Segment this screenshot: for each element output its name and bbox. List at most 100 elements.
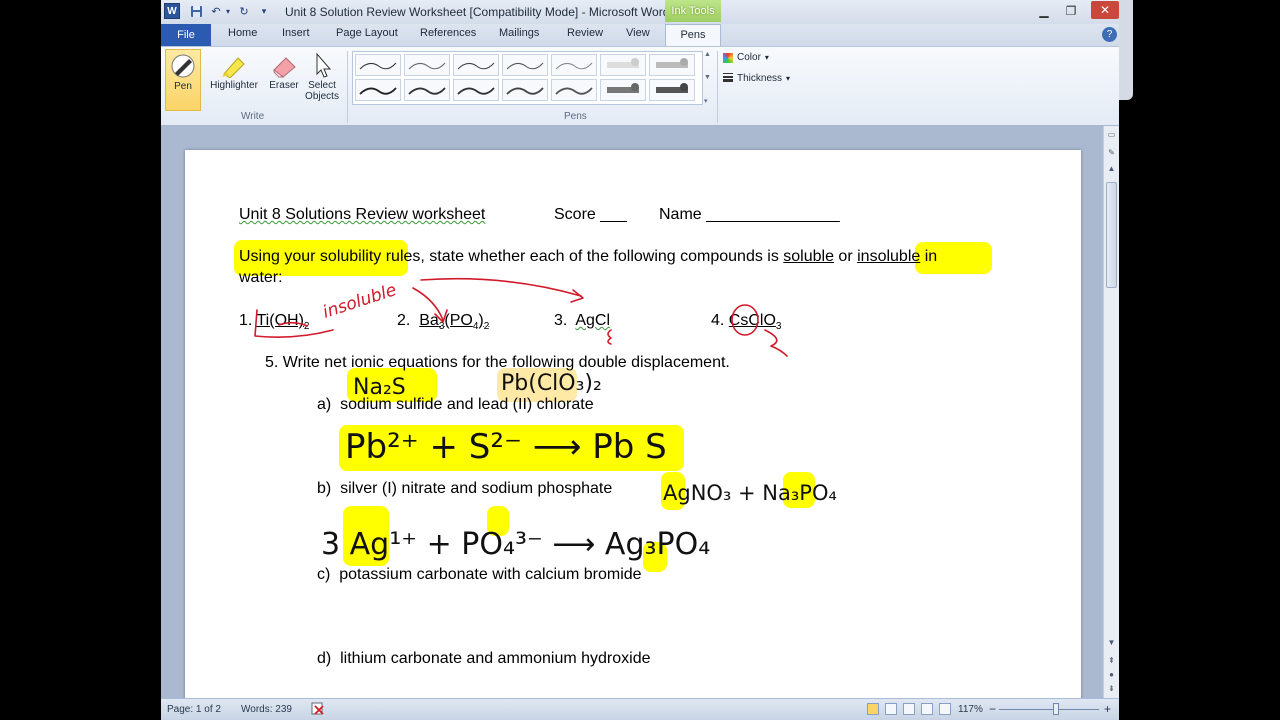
customize-qat-icon[interactable]: ▾ xyxy=(256,3,272,19)
draft-view-icon[interactable] xyxy=(939,703,951,715)
word-count[interactable]: Words: 239 xyxy=(241,704,292,715)
scroll-down-icon[interactable]: ▼ xyxy=(1105,636,1118,649)
thickness-icon xyxy=(723,72,733,85)
gallery-scroll[interactable]: ▲ ▼ ▾ xyxy=(704,51,714,105)
eraser-label: Eraser xyxy=(269,80,299,91)
pen-style-swatch[interactable] xyxy=(502,79,548,101)
next-page-icon[interactable]: ⇟ xyxy=(1105,682,1118,695)
pen-style-swatch[interactable] xyxy=(600,79,646,101)
pen-style-swatch[interactable] xyxy=(355,54,401,76)
full-screen-reading-view-icon[interactable] xyxy=(885,703,897,715)
highlighter-button[interactable]: Highlighter xyxy=(203,49,265,111)
arrow-stroke xyxy=(420,277,582,297)
undo-dropdown-icon[interactable]: ▾ xyxy=(224,3,232,19)
pen-button[interactable]: Pen xyxy=(165,49,201,111)
scribble-stroke xyxy=(764,329,788,357)
underline-stroke xyxy=(278,321,308,327)
pen-mode-icon[interactable]: ✎ xyxy=(1105,146,1118,159)
minimize-button[interactable]: ▁ xyxy=(1034,4,1054,18)
part-b-formula-handwriting: AgNO₃ + Na₃PO₄ xyxy=(663,481,837,505)
eraser-button[interactable]: Eraser xyxy=(263,49,305,111)
outline-view-icon[interactable] xyxy=(921,703,933,715)
pen-style-swatch[interactable] xyxy=(355,79,401,101)
tab-page-layout[interactable]: Page Layout xyxy=(336,27,398,39)
pbclo3-handwriting: Pb(ClO₃)₂ xyxy=(501,371,602,396)
thickness-label: Thickness xyxy=(737,73,783,84)
group-separator xyxy=(347,51,348,123)
scroll-up-icon[interactable]: ▲ xyxy=(1105,162,1118,175)
tab-view[interactable]: View xyxy=(626,27,650,39)
title-bar: W ↶ ▾ ↻ ▾ Unit 8 Solution Review Workshe… xyxy=(161,0,1119,24)
tab-mailings[interactable]: Mailings xyxy=(499,27,539,39)
highlighter-label: Highlighter xyxy=(210,80,258,91)
ribbon-tab-row: File Home Insert Page Layout References … xyxy=(161,24,1119,46)
word-window: W ↶ ▾ ↻ ▾ Unit 8 Solution Review Workshe… xyxy=(161,0,1119,720)
pen-style-swatch[interactable] xyxy=(600,54,646,76)
redo-icon[interactable]: ↻ xyxy=(236,3,252,19)
group-separator xyxy=(717,51,718,123)
select-objects-button[interactable]: Select Objects xyxy=(301,49,343,111)
proofing-status-icon[interactable] xyxy=(311,702,327,719)
select-objects-label: Select Objects xyxy=(305,80,339,102)
web-layout-view-icon[interactable] xyxy=(903,703,915,715)
thickness-dropdown[interactable]: Thickness ▾ xyxy=(723,72,790,85)
color-dropdown[interactable]: Color ▾ xyxy=(723,52,769,63)
zoom-slider[interactable] xyxy=(999,709,1099,710)
close-button[interactable]: ✕ xyxy=(1091,1,1119,19)
zoom-slider-thumb[interactable] xyxy=(1053,703,1059,715)
zoom-out-icon[interactable]: − xyxy=(989,702,996,716)
vertical-scrollbar[interactable]: ▭ ✎ ▲ ▼ ⇞ ● ⇟ xyxy=(1103,126,1119,698)
background-window-fragment xyxy=(1119,0,1133,100)
chevron-down-icon: ▾ xyxy=(764,53,769,62)
arrowhead-stroke xyxy=(570,289,584,303)
pen-style-swatch[interactable] xyxy=(551,79,597,101)
insoluble-annotation: insoluble xyxy=(320,280,399,323)
arrow-cursor-icon xyxy=(316,52,332,78)
gallery-more-icon[interactable]: ▾ xyxy=(704,97,714,105)
quick-access-toolbar: W ↶ ▾ ↻ ▾ xyxy=(164,3,272,19)
chevron-down-icon: ▾ xyxy=(786,74,791,83)
scroll-thumb[interactable] xyxy=(1106,182,1117,288)
word-logo-icon[interactable]: W xyxy=(164,3,180,19)
pen-style-swatch[interactable] xyxy=(404,54,450,76)
pen-icon xyxy=(171,54,195,78)
page-count[interactable]: Page: 1 of 2 xyxy=(167,704,221,715)
tab-references[interactable]: References xyxy=(420,27,476,39)
gallery-down-icon[interactable]: ▼ xyxy=(704,74,714,81)
scribble-stroke xyxy=(607,329,612,345)
pen-style-swatch[interactable] xyxy=(404,79,450,101)
tab-home[interactable]: Home xyxy=(228,27,257,39)
pens-gallery xyxy=(352,51,703,105)
net-ionic-eq-a: Pb²⁺ + S²⁻ ⟶ Pb S xyxy=(345,427,667,467)
pen-style-swatch[interactable] xyxy=(502,54,548,76)
pen-style-swatch[interactable] xyxy=(649,54,695,76)
ruler-toggle-icon[interactable]: ▭ xyxy=(1105,128,1118,141)
pen-label: Pen xyxy=(174,81,192,92)
zoom-level[interactable]: 117% xyxy=(958,704,983,715)
pen-style-swatch[interactable] xyxy=(453,54,499,76)
window-title: Unit 8 Solution Review Worksheet [Compat… xyxy=(285,5,670,19)
ink-annotations: insoluble Na₂S Pb(ClO₃)₂ Pb²⁺ + S²⁻ ⟶ Pb… xyxy=(254,277,837,562)
help-icon[interactable]: ? xyxy=(1102,27,1117,42)
pen-style-swatch[interactable] xyxy=(453,79,499,101)
tab-pens[interactable]: Pens xyxy=(665,24,721,46)
previous-page-icon[interactable]: ⇞ xyxy=(1105,654,1118,667)
eraser-icon xyxy=(273,57,296,78)
select-browse-object-icon[interactable]: ● xyxy=(1105,668,1118,681)
zoom-in-icon[interactable]: + xyxy=(1104,702,1111,716)
tab-insert[interactable]: Insert xyxy=(282,27,310,39)
print-layout-view-icon[interactable] xyxy=(867,703,879,715)
ribbon: Pen Highlighter Eraser Select Objects Wr… xyxy=(161,46,1119,126)
gallery-up-icon[interactable]: ▲ xyxy=(704,51,714,58)
pen-style-swatch[interactable] xyxy=(551,54,597,76)
undo-icon[interactable]: ↶ xyxy=(208,3,224,19)
pen-style-swatch[interactable] xyxy=(649,79,695,101)
maximize-button[interactable]: ❐ xyxy=(1061,4,1081,18)
color-label: Color xyxy=(737,52,761,63)
tab-file[interactable]: File xyxy=(161,24,211,46)
highlighter-icon xyxy=(222,57,245,78)
tab-review[interactable]: Review xyxy=(567,27,603,39)
write-group-label: Write xyxy=(241,111,265,122)
save-icon[interactable] xyxy=(188,3,204,19)
document-page[interactable]: Unit 8 Solutions Review worksheet Score … xyxy=(185,150,1081,710)
